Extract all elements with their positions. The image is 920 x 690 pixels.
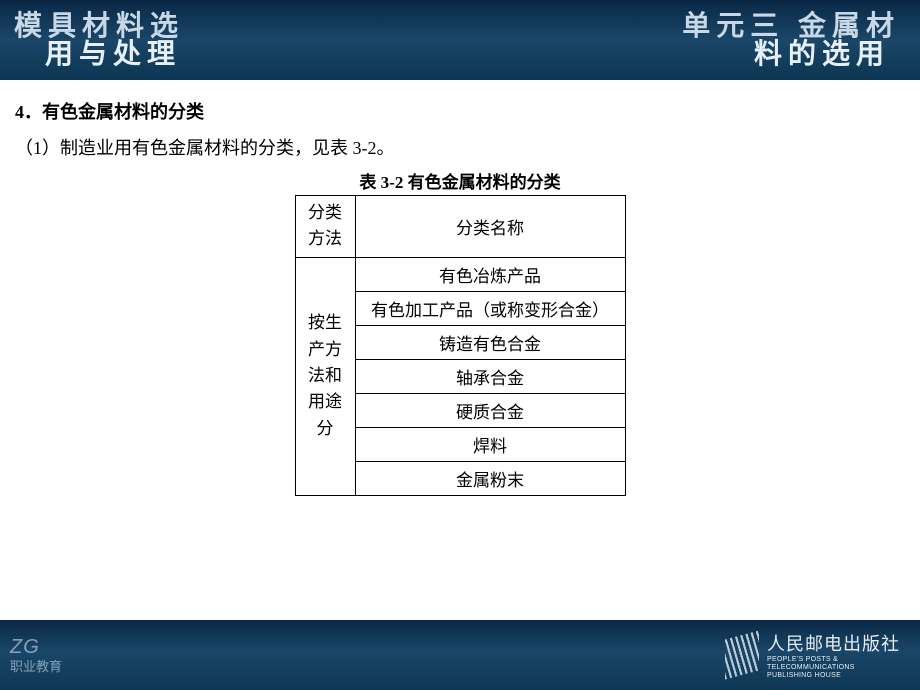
- cell-value: 硬质合金: [355, 393, 625, 427]
- header-left-line2: 用与处理: [45, 37, 184, 71]
- cell-value: 焊料: [355, 427, 625, 461]
- cell-value: 有色加工产品（或称变形合金）: [355, 291, 625, 325]
- publisher-en2: TELECOMMUNICATIONS: [767, 664, 900, 672]
- cell-value: 轴承合金: [355, 359, 625, 393]
- header-method-text: 分类 方法: [302, 200, 349, 253]
- publisher-text: 人民邮电出版社 PEOPLE'S POSTS & TELECOMMUNICATI…: [767, 630, 900, 679]
- publisher-en3: PUBLISHING HOUSE: [767, 672, 900, 680]
- slide-header: 模具材料选 用与处理 单元三 金属材 料的选用: [0, 0, 920, 80]
- section-heading: 4．有色金属材料的分类: [15, 98, 905, 124]
- table-wrapper: 分类 方法 分类名称 按生 产方 法和 用途 分 有色冶炼产品 有色加工产品（或…: [15, 195, 905, 496]
- publisher-en1: PEOPLE'S POSTS &: [767, 656, 900, 664]
- footer-left-mark: ZG 职业教育: [10, 635, 62, 675]
- cell-value: 铸造有色合金: [355, 325, 625, 359]
- publisher-logo-icon: [725, 635, 759, 675]
- header-method: 分类 方法: [295, 196, 355, 258]
- footer-zg: ZG: [10, 635, 62, 659]
- classification-table: 分类 方法 分类名称 按生 产方 法和 用途 分 有色冶炼产品 有色加工产品（或…: [295, 195, 626, 496]
- slide-footer: ZG 职业教育 人民邮电出版社 PEOPLE'S POSTS & TELECOM…: [0, 620, 920, 690]
- table-caption: 表 3-2 有色金属材料的分类: [15, 168, 905, 193]
- table-header-row: 分类 方法 分类名称: [295, 196, 625, 258]
- publisher-cn: 人民邮电出版社: [767, 630, 900, 656]
- cell-value: 有色冶炼产品: [355, 257, 625, 291]
- header-title-right: 单元三 金属材 料的选用: [682, 9, 900, 70]
- header-name: 分类名称: [355, 196, 625, 258]
- group-by-production: 按生 产方 法和 用途 分: [295, 257, 355, 495]
- subsection-text: （1）制造业用有色金属材料的分类，见表 3-2。: [15, 134, 905, 160]
- footer-publisher: 人民邮电出版社 PEOPLE'S POSTS & TELECOMMUNICATI…: [725, 630, 900, 679]
- table-row: 按生 产方 法和 用途 分 有色冶炼产品: [295, 257, 625, 291]
- cell-value: 金属粉末: [355, 461, 625, 495]
- footer-edu: 职业教育: [10, 659, 62, 675]
- slide-content: 4．有色金属材料的分类 （1）制造业用有色金属材料的分类，见表 3-2。 表 3…: [0, 80, 920, 496]
- group-by-production-text: 按生 产方 法和 用途 分: [302, 310, 349, 442]
- header-title-left: 模具材料选 用与处理: [20, 9, 184, 70]
